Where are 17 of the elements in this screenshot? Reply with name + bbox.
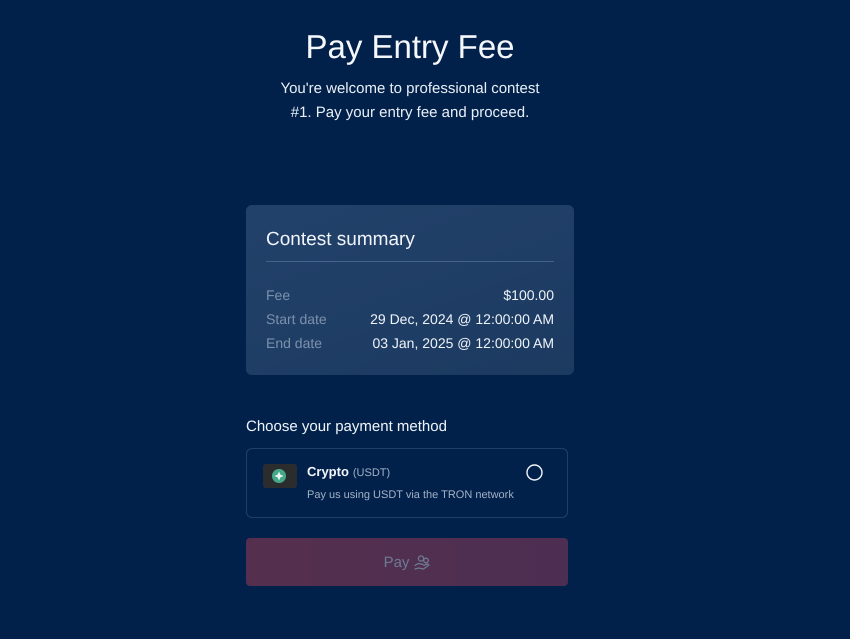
summary-label: End date (266, 334, 322, 353)
summary-value: 03 Jan, 2025 @ 12:00:00 AM (372, 334, 554, 353)
section-heading: Choose your payment method (246, 417, 448, 437)
page-title: Pay Entry Fee (305, 28, 515, 66)
method-currency: (USDT) (352, 467, 390, 479)
page-subtitle: You're welcome to professional contest #1. Pay your entry fee and proceed. (279, 79, 541, 123)
coin-icon (263, 464, 297, 488)
card-title: Contest summary (266, 228, 416, 252)
method-name: Crypto (307, 464, 349, 479)
radio-button[interactable] (526, 464, 543, 481)
summary-value: $100.00 (503, 286, 554, 305)
summary-label: Fee (266, 286, 290, 305)
summary-value: 29 Dec, 2024 @ 12:00:00 AM (370, 310, 554, 329)
summary-label: Start date (266, 310, 327, 329)
hand-coins-icon (414, 554, 430, 570)
payment-option[interactable]: Crypto (USDT) Pay us using USDT via the TRON network (246, 448, 568, 518)
method-description: Pay us using USDT via the TRON network (307, 488, 515, 502)
